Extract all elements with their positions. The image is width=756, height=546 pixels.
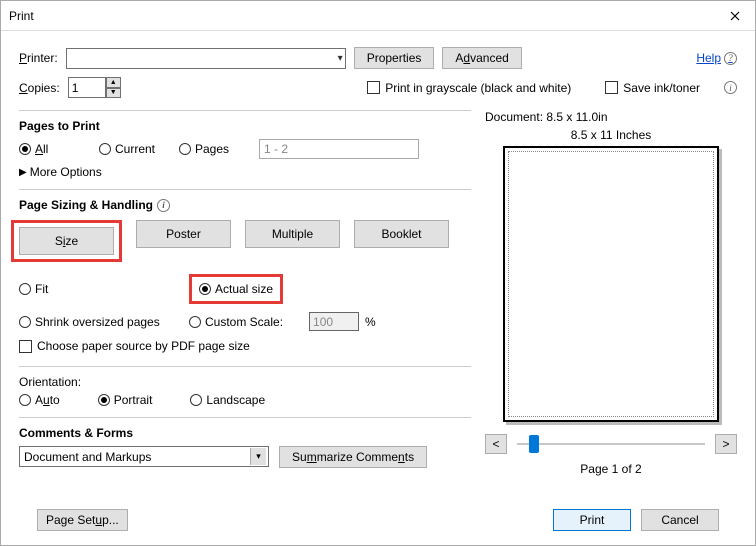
next-page-button[interactable]: > — [715, 434, 737, 454]
print-dialog: Print Printer: ▾ Properties Advanced Hel… — [0, 0, 756, 546]
copies-down[interactable]: ▼ — [106, 88, 121, 99]
copies-label: Copies: — [19, 81, 60, 95]
close-icon — [730, 11, 740, 21]
comments-combo[interactable]: Document and Markups ▾ — [19, 446, 269, 467]
orientation-auto-radio[interactable]: Auto — [19, 393, 60, 407]
info-icon[interactable]: i — [724, 81, 737, 94]
page-setup-button[interactable]: Page Setup... — [37, 509, 128, 531]
help-icon: ? — [724, 52, 737, 65]
cancel-button[interactable]: Cancel — [641, 509, 719, 531]
copies-spinner[interactable]: ▲▼ — [68, 77, 121, 98]
page-indicator: Page 1 of 2 — [485, 462, 737, 476]
choose-paper-source-checkbox[interactable]: Choose paper source by PDF page size — [19, 339, 250, 353]
copies-input[interactable] — [68, 77, 106, 98]
fit-radio[interactable]: Fit — [19, 282, 48, 296]
printer-label: Printer: — [19, 51, 58, 65]
orientation-portrait-radio[interactable]: Portrait — [98, 393, 153, 407]
highlight-size-tab: Size — [11, 220, 122, 262]
orientation-label: Orientation: — [19, 375, 471, 389]
close-button[interactable] — [715, 1, 755, 30]
multiple-tab[interactable]: Multiple — [245, 220, 340, 248]
custom-scale-input[interactable] — [309, 312, 359, 331]
summarize-comments-button[interactable]: Summarize Comments — [279, 446, 427, 468]
save-ink-checkbox[interactable]: Save ink/toner — [605, 81, 700, 95]
pages-range-radio[interactable]: Pages — [179, 142, 259, 156]
more-options-toggle[interactable]: ▶More Options — [19, 165, 471, 179]
prev-page-button[interactable]: < — [485, 434, 507, 454]
orientation-landscape-radio[interactable]: Landscape — [190, 393, 265, 407]
info-icon[interactable]: i — [157, 199, 170, 212]
chevron-down-icon: ▾ — [250, 448, 266, 465]
pages-all-radio[interactable]: All — [19, 142, 99, 156]
pages-current-radio[interactable]: Current — [99, 142, 179, 156]
chevron-down-icon: ▾ — [338, 53, 343, 64]
comments-forms-title: Comments & Forms — [19, 426, 471, 440]
properties-button[interactable]: Properties — [354, 47, 435, 69]
slider-thumb[interactable] — [529, 435, 539, 453]
help-link[interactable]: Help ? — [696, 51, 737, 65]
pages-to-print-title: Pages to Print — [19, 119, 471, 133]
size-tab[interactable]: Size — [19, 227, 114, 255]
paper-size-label: 8.5 x 11 Inches — [485, 128, 737, 142]
pages-range-input[interactable] — [259, 139, 419, 159]
actual-size-radio[interactable]: Actual size — [199, 282, 273, 296]
highlight-actual-size: Actual size — [189, 274, 283, 304]
grayscale-checkbox[interactable]: Print in grayscale (black and white) — [367, 81, 571, 95]
percent-label: % — [365, 315, 376, 329]
copies-up[interactable]: ▲ — [106, 77, 121, 88]
page-preview — [503, 146, 719, 422]
page-slider[interactable] — [517, 443, 705, 445]
shrink-radio[interactable]: Shrink oversized pages — [19, 315, 160, 329]
print-button[interactable]: Print — [553, 509, 631, 531]
custom-scale-radio[interactable]: Custom Scale: — [189, 315, 283, 329]
document-dimensions: Document: 8.5 x 11.0in — [485, 110, 737, 124]
page-sizing-title: Page Sizing & Handling i — [19, 198, 471, 212]
triangle-right-icon: ▶ — [19, 167, 27, 178]
booklet-tab[interactable]: Booklet — [354, 220, 449, 248]
poster-tab[interactable]: Poster — [136, 220, 231, 248]
printer-select[interactable]: ▾ — [66, 48, 346, 69]
advanced-button[interactable]: Advanced — [442, 47, 521, 69]
window-title: Print — [9, 9, 715, 23]
titlebar: Print — [1, 1, 755, 31]
